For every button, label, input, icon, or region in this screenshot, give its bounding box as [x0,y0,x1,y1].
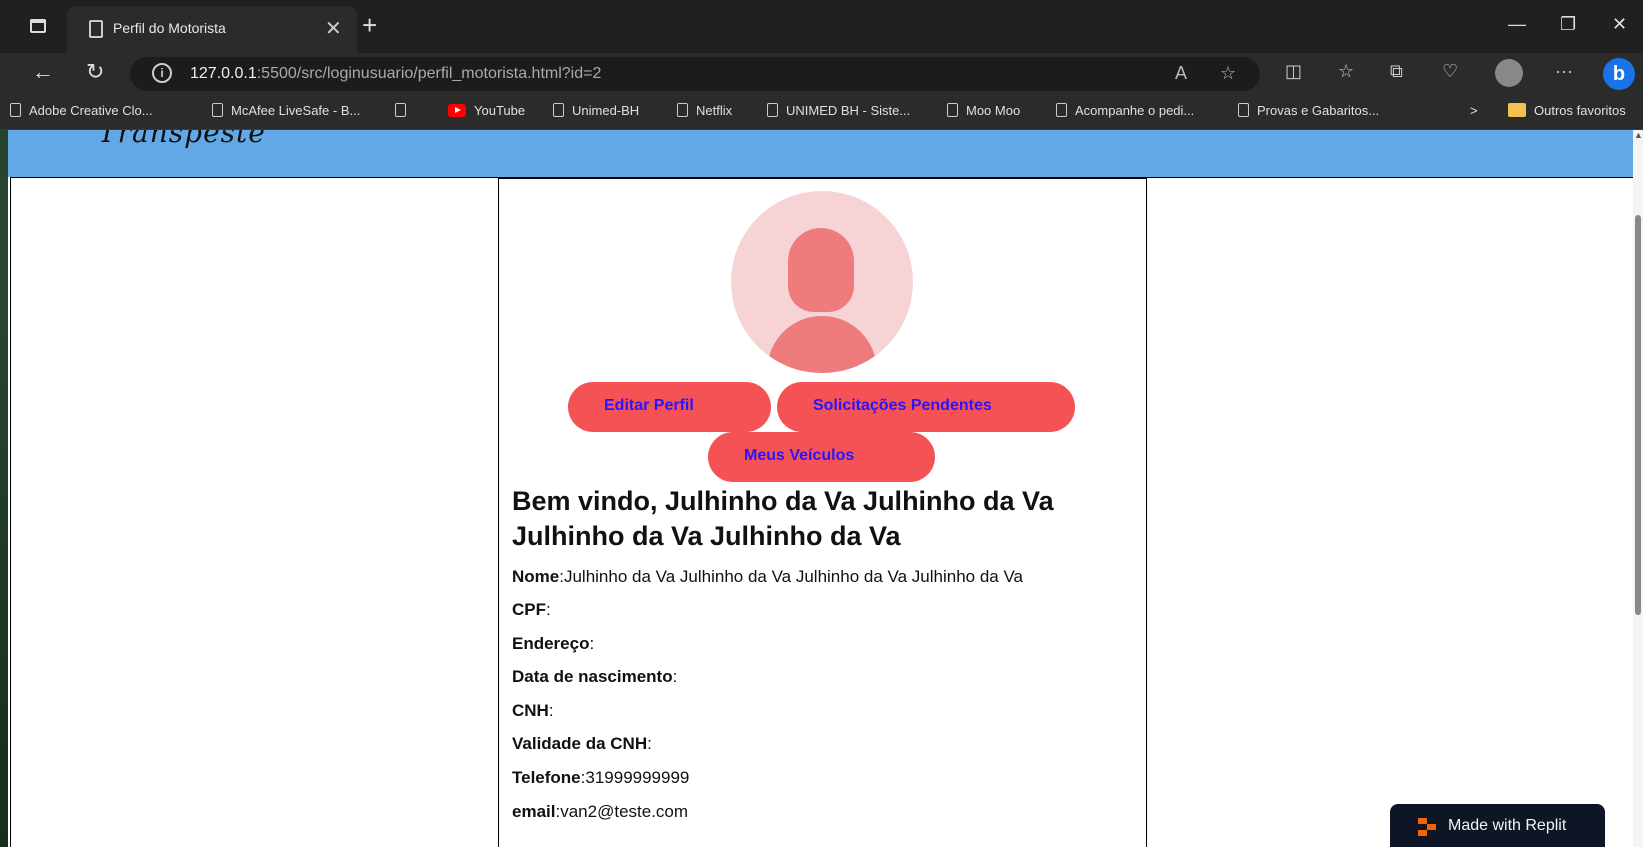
new-tab-icon[interactable]: + [362,10,377,41]
bookmark-item[interactable] [395,103,414,118]
avatar [731,191,913,373]
page-viewport: Transpeste Editar Perfil Solicitações Pe… [8,130,1643,847]
page-icon [395,103,406,117]
folder-icon [1508,103,1526,117]
profile-card: Editar Perfil Solicitações Pendentes Meu… [498,178,1147,847]
back-icon[interactable]: ← [32,59,54,85]
bookmark-item[interactable]: Unimed-BH [553,103,639,118]
bookmark-item[interactable]: Provas e Gabaritos... [1238,103,1379,118]
bookmark-item[interactable]: Acompanhe o pedi... [1056,103,1194,118]
page-scrollbar[interactable]: ▲ [1633,130,1643,847]
field-email: email:van2@teste.com [512,802,689,821]
read-aloud-icon[interactable]: A [1175,63,1187,84]
site-logo[interactable]: Transpeste [98,130,266,149]
edit-profile-button[interactable]: Editar Perfil [568,382,771,432]
site-info-icon[interactable]: i [152,63,172,83]
bing-copilot-icon[interactable]: b [1603,58,1635,90]
page-icon [212,103,223,117]
page-icon [89,20,103,38]
url-text[interactable]: 127.0.0.1:5500/src/loginusuario/perfil_m… [190,65,601,83]
browser-window: Perfil do Motorista ✕ + — ❐ ✕ ← ↻ i 127.… [0,0,1643,847]
more-menu-icon[interactable]: ··· [1555,61,1573,82]
page-icon [10,103,21,117]
bookmark-item[interactable]: UNIMED BH - Siste... [767,103,910,118]
close-tab-icon[interactable]: ✕ [325,16,342,41]
other-favorites-folder[interactable]: Outros favoritos [1508,103,1626,118]
bookmarks-bar: Adobe Creative Clo... McAfee LiveSafe - … [0,95,1643,130]
close-window-icon[interactable]: ✕ [1612,14,1627,35]
page-icon [947,103,958,117]
replit-badge-label: Made with Replit [1448,817,1567,834]
bookmark-item[interactable]: Moo Moo [947,103,1020,118]
replit-logo-icon [1418,818,1436,836]
field-data-nascimento: Data de nascimento: [512,667,678,686]
page-icon [1056,103,1067,117]
address-toolbar: ← ↻ i 127.0.0.1:5500/src/loginusuario/pe… [0,53,1643,95]
my-vehicles-button[interactable]: Meus Veículos [708,432,935,482]
site-header: Transpeste [8,130,1643,177]
field-cnh: CNH: [512,701,554,720]
avatar-head-shape [788,228,854,312]
page-icon [677,103,688,117]
bookmark-item[interactable]: Netflix [677,103,732,118]
youtube-icon [448,104,466,117]
tab-active[interactable]: Perfil do Motorista ✕ [67,6,357,53]
pending-requests-button[interactable]: Solicitações Pendentes [777,382,1075,432]
field-endereco: Endereço: [512,634,595,653]
address-bar[interactable]: i 127.0.0.1:5500/src/loginusuario/perfil… [130,57,1260,91]
page-icon [767,103,778,117]
restore-icon[interactable]: ❐ [1560,14,1576,35]
tab-bar: Perfil do Motorista ✕ + — ❐ ✕ [0,0,1643,53]
page-icon [1238,103,1249,117]
tab-actions-icon[interactable] [26,14,50,38]
split-screen-icon[interactable]: ◫ [1285,61,1302,82]
bookmarks-overflow-icon[interactable]: > [1470,103,1478,118]
refresh-icon[interactable]: ↻ [86,59,104,85]
bookmark-item[interactable]: Adobe Creative Clo... [10,103,153,118]
welcome-heading: Bem vindo, Julhinho da Va Julhinho da Va… [512,486,1054,551]
browser-essentials-icon[interactable]: ♡ [1442,61,1458,82]
bookmark-youtube[interactable]: YouTube [448,103,525,118]
scrollbar-thumb[interactable] [1635,215,1641,615]
field-telefone: Telefone:31999999999 [512,768,690,787]
made-with-replit-badge[interactable]: Made with Replit [1390,804,1605,847]
scroll-up-icon[interactable]: ▲ [1634,130,1643,140]
minimize-icon[interactable]: — [1508,14,1526,35]
bookmark-item[interactable]: McAfee LiveSafe - B... [212,103,360,118]
page-icon [553,103,564,117]
favorites-icon[interactable]: ☆ [1338,61,1354,82]
profile-avatar-icon[interactable] [1495,59,1523,87]
favorite-star-icon[interactable]: ☆ [1220,63,1236,84]
tab-title: Perfil do Motorista [113,20,226,36]
avatar-body-shape [767,316,877,373]
field-nome: Nome:Julhinho da Va Julhinho da Va Julhi… [512,567,1023,586]
field-validade-cnh: Validade da CNH: [512,734,652,753]
field-cpf: CPF: [512,600,551,619]
collections-icon[interactable]: ⧉ [1390,61,1403,82]
